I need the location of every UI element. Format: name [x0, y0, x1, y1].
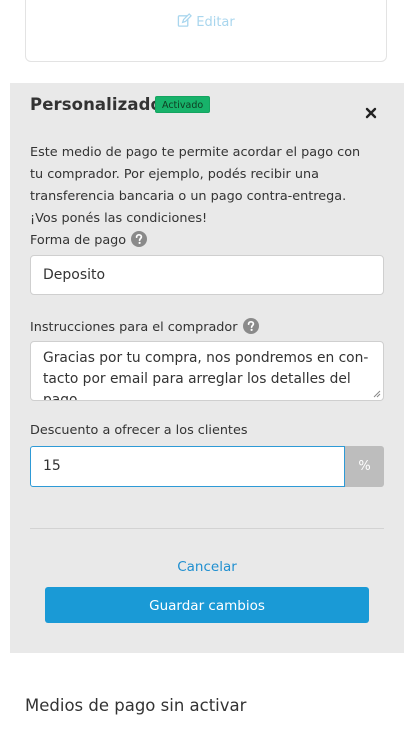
- instructions-text: Gracias por tu compra, nos pondremos en …: [43, 350, 369, 401]
- help-icon[interactable]: [131, 231, 148, 247]
- resize-handle-icon[interactable]: [373, 390, 381, 398]
- instructions-textarea[interactable]: Gracias por tu compra, nos pondremos en …: [30, 341, 384, 401]
- custom-payment-panel: Personalizado Activado Este medio de pag…: [10, 83, 404, 653]
- close-icon[interactable]: [364, 106, 378, 120]
- payment-form-label-text: Forma de pago: [30, 233, 127, 248]
- edit-label: Editar: [196, 15, 235, 30]
- edit-link[interactable]: Editar: [26, 13, 386, 30]
- edit-icon: [178, 13, 193, 27]
- inactive-methods-heading: Medios de pago sin activar: [25, 696, 247, 715]
- discount-label: Descuento a ofrecer a los clientes: [30, 423, 248, 438]
- panel-title: Personalizado: [30, 95, 162, 114]
- discount-input[interactable]: 15: [30, 446, 345, 487]
- cancel-link[interactable]: Cancelar: [10, 559, 404, 575]
- instructions-label: Instrucciones para el comprador: [30, 318, 259, 335]
- payment-form-label: Forma de pago: [30, 231, 148, 248]
- save-changes-button[interactable]: Guardar cambios: [45, 587, 369, 623]
- panel-description: Este medio de pago te permite acordar el…: [30, 145, 361, 226]
- status-badge: Activado: [155, 96, 211, 113]
- divider: [30, 528, 384, 529]
- instructions-label-text: Instrucciones para el comprador: [30, 320, 238, 335]
- percent-addon: %: [345, 446, 384, 487]
- payment-form-input[interactable]: Deposito: [30, 255, 384, 295]
- help-icon[interactable]: [242, 318, 259, 334]
- discount-field: 15 %: [30, 446, 384, 487]
- payment-method-card: Editar: [25, 0, 387, 62]
